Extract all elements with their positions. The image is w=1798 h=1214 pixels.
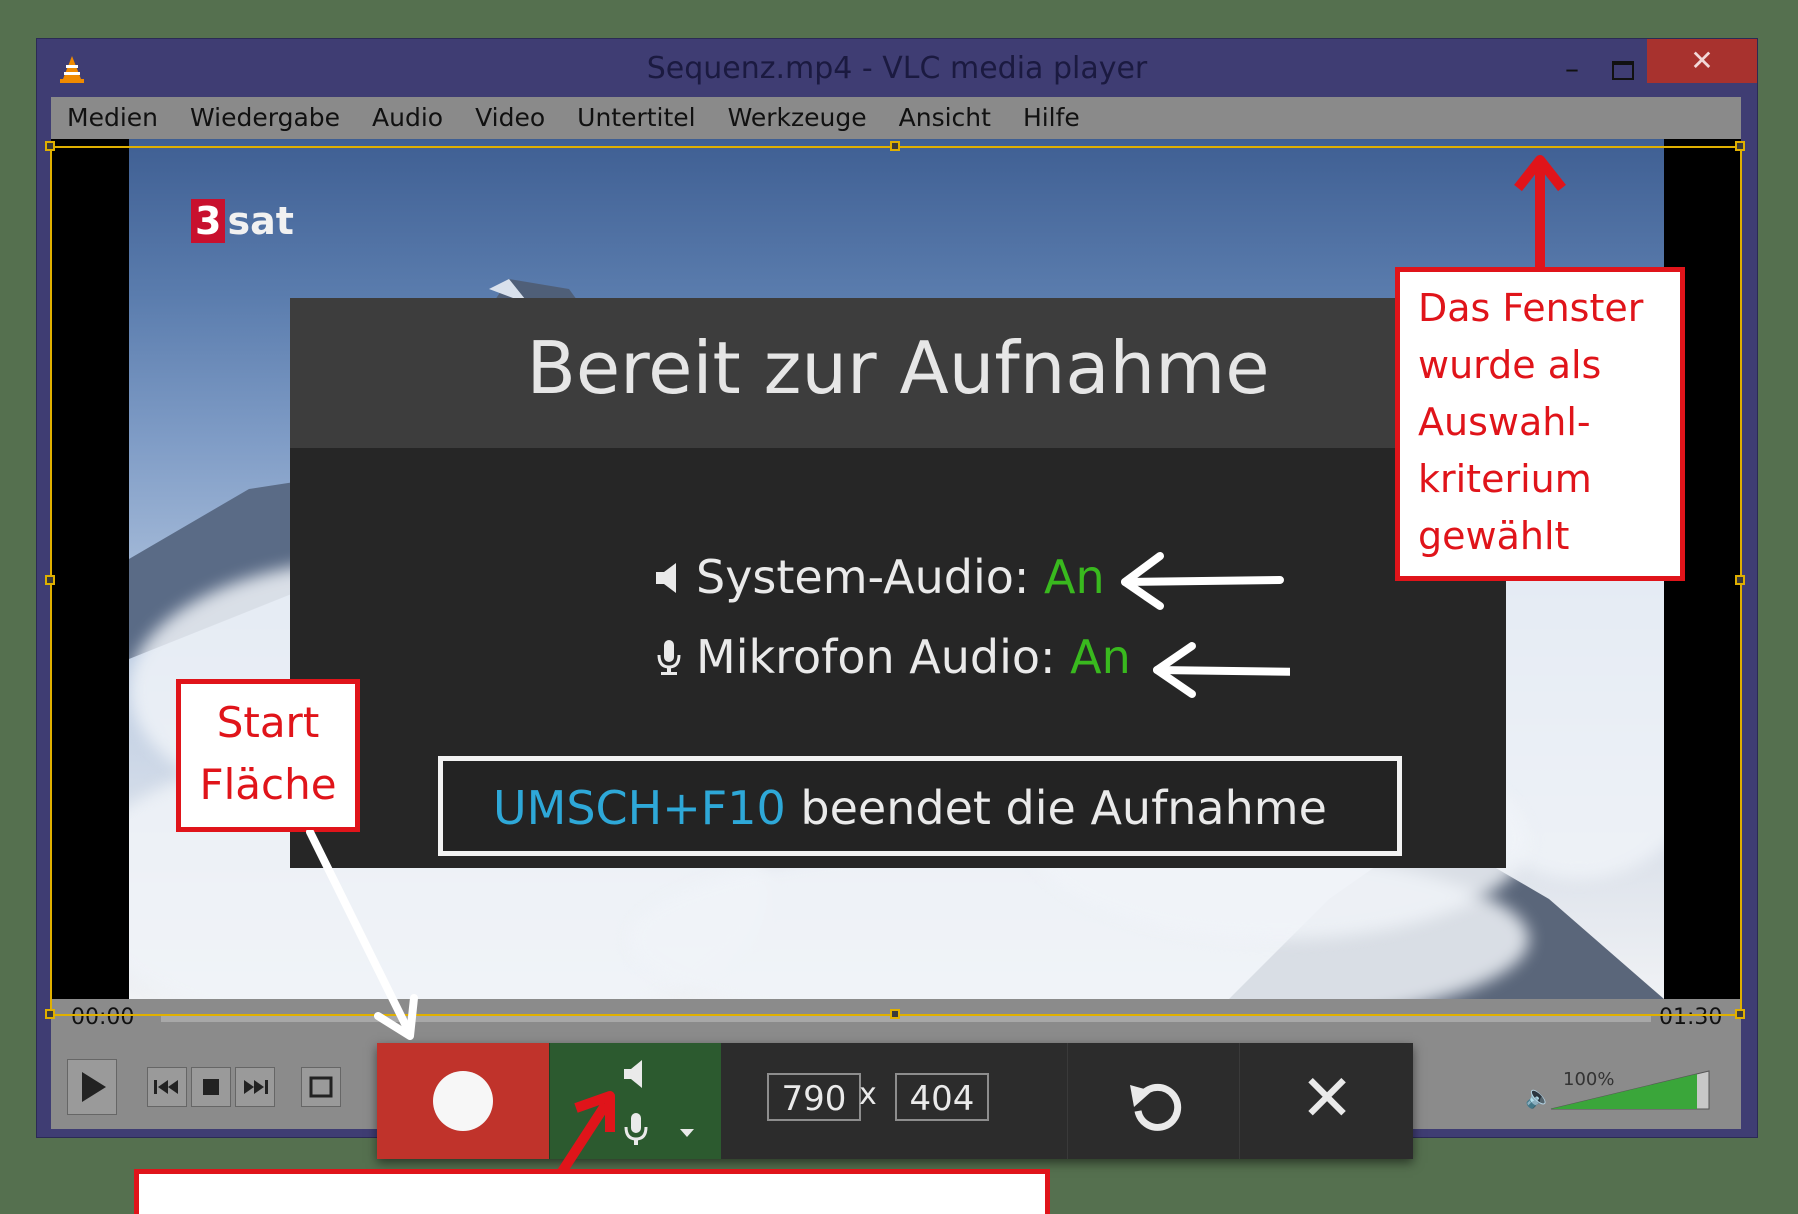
overlay-body: System-Audio: An Mikrofon Audio: An UMSC… <box>290 448 1506 868</box>
overlay-title: Bereit zur Aufnahme <box>526 326 1270 410</box>
selection-handle[interactable] <box>45 141 55 151</box>
shortcut-hint: UMSCH+F10 beendet die Aufnahme <box>493 781 1327 835</box>
menu-audio[interactable]: Audio <box>356 97 459 139</box>
shortcut-description: beendet die Aufnahme <box>785 781 1327 835</box>
arrow-left-icon <box>1121 552 1284 610</box>
channel-logo-number: 3 <box>191 199 226 243</box>
play-icon <box>82 1072 106 1102</box>
undo-icon <box>1130 1083 1182 1131</box>
callout-line: Auswahl- <box>1418 400 1591 444</box>
annotation-arrows <box>1121 552 1290 698</box>
selection-handle[interactable] <box>45 1009 55 1019</box>
arrow-up-icon <box>1514 155 1566 270</box>
overlay-header: Bereit zur Aufnahme <box>290 298 1506 448</box>
menu-bar: Medien Wiedergabe Audio Video Untertitel… <box>51 97 1741 139</box>
recording-toolbar: 790 x 404 ✕ <box>377 1043 1413 1159</box>
selection-handle[interactable] <box>890 1009 900 1019</box>
menu-video[interactable]: Video <box>459 97 561 139</box>
selection-handle[interactable] <box>1735 1009 1745 1019</box>
selection-handle[interactable] <box>1735 141 1745 151</box>
menu-medien[interactable]: Medien <box>51 97 174 139</box>
mic-audio-status: Mikrofon Audio: An <box>652 630 1131 684</box>
callout-line: kriterium <box>1418 457 1592 501</box>
window-title: Sequenz.mp4 - VLC media player <box>646 51 1148 86</box>
mic-audio-label: Mikrofon Audio: <box>696 630 1056 684</box>
previous-icon <box>154 1080 178 1094</box>
fullscreen-button[interactable] <box>301 1067 341 1107</box>
time-total: 01:30 <box>1659 1005 1723 1030</box>
chevron-down-icon[interactable] <box>678 1127 696 1139</box>
next-button[interactable] <box>235 1067 275 1107</box>
shortcut-hint-box: UMSCH+F10 beendet die Aufnahme <box>438 756 1402 856</box>
close-icon: ✕ <box>1300 1062 1354 1136</box>
height-field[interactable]: 404 <box>895 1073 989 1121</box>
channel-logo-text: sat <box>227 199 294 243</box>
selection-handle[interactable] <box>1735 575 1745 585</box>
reset-button[interactable] <box>1067 1043 1240 1159</box>
menu-hilfe[interactable]: Hilfe <box>1007 97 1096 139</box>
system-audio-label: System-Audio: <box>696 550 1030 604</box>
callout-line: wurde als <box>1418 343 1602 387</box>
previous-button[interactable] <box>147 1067 187 1107</box>
size-separator: x <box>859 1077 877 1112</box>
menu-werkzeuge[interactable]: Werkzeuge <box>712 97 883 139</box>
maximize-icon <box>1612 61 1634 80</box>
selection-handle[interactable] <box>890 141 900 151</box>
callout-line: Fläche <box>199 760 337 809</box>
stop-icon <box>203 1079 219 1095</box>
play-button[interactable] <box>67 1059 117 1115</box>
system-audio-value: An <box>1044 550 1105 604</box>
menu-untertitel[interactable]: Untertitel <box>561 97 711 139</box>
speaker-icon <box>656 563 676 593</box>
stop-button[interactable] <box>191 1067 231 1107</box>
capture-size: 790 x 404 <box>721 1043 1067 1159</box>
time-elapsed: 00:00 <box>71 1005 135 1030</box>
system-audio-status: System-Audio: An <box>652 550 1105 604</box>
title-bar[interactable]: Sequenz.mp4 - VLC media player – ✕ <box>37 39 1757 99</box>
close-recorder-button[interactable]: ✕ <box>1239 1043 1414 1159</box>
width-field[interactable]: 790 <box>767 1073 861 1121</box>
callout-line: Start <box>216 698 320 747</box>
selection-handle[interactable] <box>45 575 55 585</box>
fullscreen-icon <box>309 1076 333 1098</box>
callout-bottom-note <box>134 1169 1050 1214</box>
minimize-button[interactable]: – <box>1547 49 1597 89</box>
arrow-down-icon <box>306 830 418 1040</box>
close-window-button[interactable]: ✕ <box>1647 39 1757 83</box>
callout-window-note: Das Fenster wurde als Auswahl- kriterium… <box>1395 267 1685 581</box>
shortcut-key: UMSCH+F10 <box>493 781 786 835</box>
next-icon <box>244 1080 268 1094</box>
arrow-left-icon <box>1153 642 1290 698</box>
callout-start-note: Start Fläche <box>176 679 360 832</box>
channel-logo: 3 sat <box>191 199 294 243</box>
maximize-button[interactable] <box>1597 49 1647 89</box>
volume-percent: 100% <box>1563 1069 1615 1090</box>
record-icon <box>433 1071 493 1131</box>
callout-line: Das Fenster <box>1418 286 1644 330</box>
menu-wiedergabe[interactable]: Wiedergabe <box>174 97 356 139</box>
record-button[interactable] <box>377 1043 549 1159</box>
microphone-icon <box>657 640 681 675</box>
menu-ansicht[interactable]: Ansicht <box>883 97 1007 139</box>
callout-line: gewählt <box>1418 514 1570 558</box>
